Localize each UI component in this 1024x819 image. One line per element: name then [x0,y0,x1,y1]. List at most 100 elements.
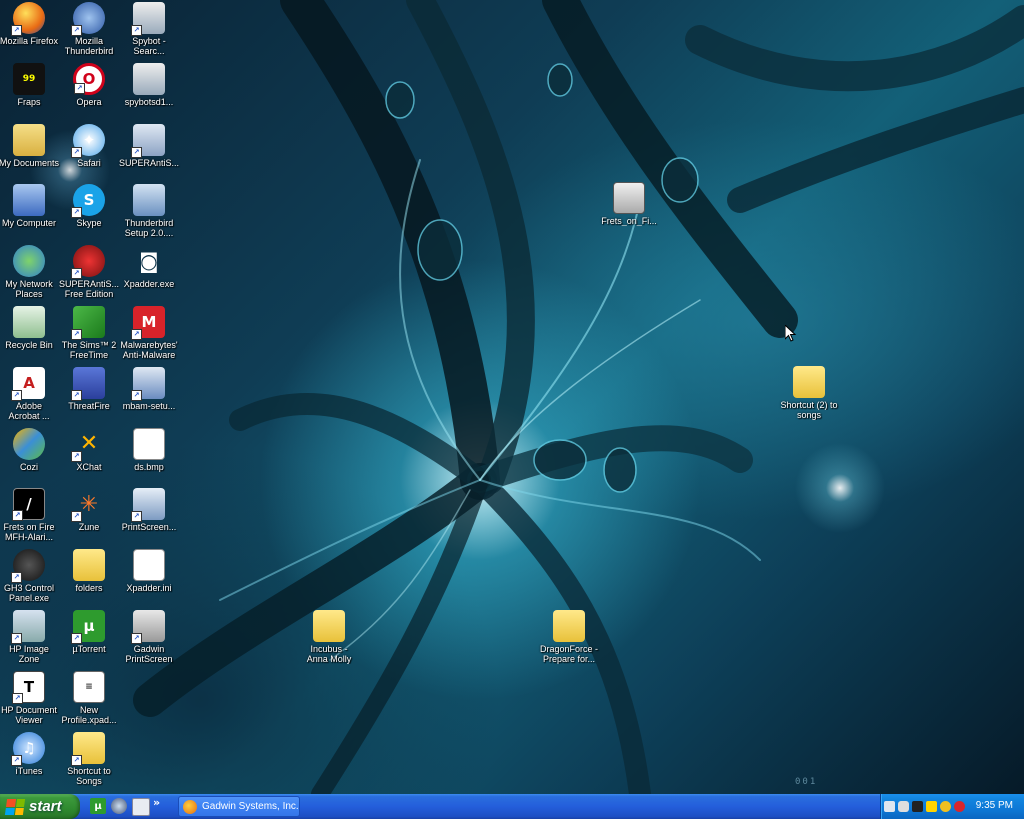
desktop-icon-printscreen[interactable]: ↗ PrintScreen... [119,488,179,532]
shortcut-arrow-icon: ↗ [11,572,22,584]
shortcut-arrow-icon: ↗ [11,754,22,766]
shortcut-arrow-icon: ↗ [71,389,82,401]
desktop-icon-shortcut-to-songs[interactable]: ↗ Shortcut to Songs [59,731,119,786]
firefox-icon: ↗ [11,2,45,36]
desktop-icon-spybot[interactable]: ↗ Spybot - Searc... [119,2,179,56]
app-tray-icon[interactable] [912,801,923,812]
desktop-icon-hp-document-viewer[interactable]: T ↗ HP Document Viewer [0,670,59,725]
desktop-icon-my-network-places[interactable]: My Network Places [0,245,59,299]
desktop-icon-gh3-control-panel[interactable]: ↗ GH3 Control Panel.exe [0,549,59,603]
clock[interactable]: 9:35 PM [976,800,1013,811]
desktop-icon-gadwin-printscreen[interactable]: ↗ Gadwin PrintScreen [119,610,179,664]
xpadder-exe-icon: ◙ [139,249,159,274]
desktop-icon-label: Xpadder.ini [126,583,172,594]
desktop-icon-xpadder-exe[interactable]: ◙ Xpadder.exe [119,245,179,289]
mouse-cursor-icon [785,325,797,342]
itunes-icon: ♫ ↗ [11,731,45,766]
desktop-icon-xpadder-ini[interactable]: Xpadder.ini [119,549,179,593]
desktop-icon-malwarebytes[interactable]: M ↗ Malwarebytes' Anti-Malware [119,306,179,360]
desktop-icon-mbam-setup[interactable]: ↗ mbam-setu... [119,366,179,411]
adobe-acrobat-icon: A ↗ [11,366,45,401]
desktop-icon-label: mbam-setu... [122,400,176,411]
desktop-icon-firefox[interactable]: ↗ Mozilla Firefox [0,2,59,46]
desktop-icon-label: Searc... [133,46,165,56]
desktop-icon-label: Gadwin [133,644,165,654]
taskbar-button-label: Gadwin Systems, Inc.... [202,801,300,812]
desktop-icon-dragonforce[interactable]: DragonForce - Prepare for... [539,610,599,664]
utorrent-quick-icon[interactable]: µ [90,798,106,814]
desktop-icon-threatfire[interactable]: ↗ ThreatFire [59,366,119,411]
desktop-icon-cozi[interactable]: Cozi [0,427,59,472]
desktop-icon-label: Free Edition [64,289,114,300]
document-quick-icon[interactable] [132,798,150,816]
desktop-icon-incubus-anna-molly[interactable]: Incubus - Anna Molly [299,610,359,664]
zune-icon: ✳ ↗ [71,488,105,523]
desktop-icon-label: Profile.xpad... [61,714,117,725]
thunderbird-setup-icon [133,184,165,217]
xpadder-tray-icon[interactable] [898,801,909,812]
desktop-icon-new-profile-xpad[interactable]: ≡ New Profile.xpad... [59,670,119,725]
mbam-setup-icon: ↗ [131,366,165,401]
desktop-icon-folders[interactable]: folders [59,549,119,593]
my-documents-icon [13,123,45,156]
desktop-icon-my-computer[interactable]: My Computer [0,184,59,228]
desktop-icon-label: Frets_on_Fi... [601,216,657,226]
superantispyware-icon: ↗ [131,123,165,158]
desktop-icon-zune[interactable]: ✳ ↗ Zune [59,488,119,532]
show-desktop-quick-icon[interactable] [111,798,127,814]
desktop-icon-adobe-acrobat[interactable]: A ↗ Adobe Acrobat ... [0,366,59,421]
shortcut-arrow-icon: ↗ [131,389,142,401]
desktop-icon-label: Anti-Malware [122,350,176,360]
shortcut-arrow-icon: ↗ [71,511,82,523]
desktop-icon-safari[interactable]: ✦ ↗ Safari [59,123,119,168]
desktop-icon-recycle-bin[interactable]: Recycle Bin [0,306,59,350]
desktop-icon-frets-on-fire-folder[interactable]: Frets_on_Fi... [599,182,659,226]
spybot-tray-icon[interactable] [926,801,937,812]
shortcut-2-to-songs-icon [793,366,825,398]
frets-on-fire-icon: / ↗ [12,488,45,522]
skype-icon: S ↗ [71,184,105,219]
desktop-icon-spybotsd[interactable]: spybotsd1... [119,62,179,107]
shortcut-arrow-icon: ↗ [131,633,142,644]
recycle-bin-icon [13,306,45,338]
gadwin-printscreen-icon: ↗ [131,610,165,644]
xpadder-ini-icon [133,549,165,582]
shield-tray-icon[interactable] [940,801,951,812]
taskbar-button-firefox[interactable]: Gadwin Systems, Inc.... [178,796,300,817]
desktop-icon-hp-image-zone[interactable]: ↗ HP Image Zone [0,610,59,664]
desktop-icon-thunderbird[interactable]: ↗ Mozilla Thunderbird [59,2,119,56]
desktop-icon-my-documents[interactable]: My Documents [0,123,59,168]
desktop-icon-itunes[interactable]: ♫ ↗ iTunes [0,731,59,776]
desktop-icon-label: Thunderbird [124,218,174,229]
desktop-icon-skype[interactable]: S ↗ Skype [59,184,119,228]
desktop-icon-label: Panel.exe [8,593,50,604]
desktop-icon-frets-on-fire[interactable]: / ↗ Frets on Fire MFH-Alari... [0,488,59,542]
desktop-icon-superantispyware[interactable]: ↗ SUPERAntiS... [119,123,179,168]
desktop-icon-xchat[interactable]: ✕ ↗ XChat [59,428,119,472]
shortcut-arrow-icon: ↗ [11,389,22,401]
dragonforce-icon [553,610,585,642]
shortcut-arrow-icon: ↗ [71,329,82,340]
desktop-icon-label: Setup 2.0.... [124,228,174,239]
desktop[interactable]: ↗ Mozilla Firefox 99 Fraps My Documents My Co… [0,0,1024,794]
quick-launch: µ [90,798,150,816]
incubus-anna-molly-icon [313,610,345,642]
my-network-places-icon [13,245,45,278]
desktop-icon-fraps[interactable]: 99 Fraps [0,62,59,107]
desktop-icon-label: Incubus - [310,644,348,654]
threatfire-tray-icon[interactable] [954,801,965,812]
desktop-icon-ds-bmp[interactable]: ds.bmp [119,427,179,472]
start-button[interactable]: start [0,794,80,819]
desktop-icon-thunderbird-setup[interactable]: Thunderbird Setup 2.0.... [119,184,179,238]
desktop-icon-label: Zone [18,654,40,664]
desktop-icon-shortcut-2-to-songs[interactable]: Shortcut (2) to songs [779,366,839,420]
desktop-icon-superantispyware-free[interactable]: ↗ SUPERAntiS... Free Edition [59,245,119,299]
desktop-icon-opera[interactable]: O ↗ Opera [59,62,119,107]
desktop-icon-utorrent[interactable]: µ ↗ µTorrent [59,610,119,654]
desktop-icon-label: Malwarebytes' [120,340,178,350]
quick-launch-more-icon[interactable]: » [153,796,160,809]
desktop-icon-sims2[interactable]: ↗ The Sims™ 2 FreeTime [59,306,119,360]
shortcut-arrow-icon: ↗ [71,633,82,644]
fraps-tray-icon[interactable] [884,801,895,812]
hp-document-viewer-icon: T ↗ [12,670,45,704]
